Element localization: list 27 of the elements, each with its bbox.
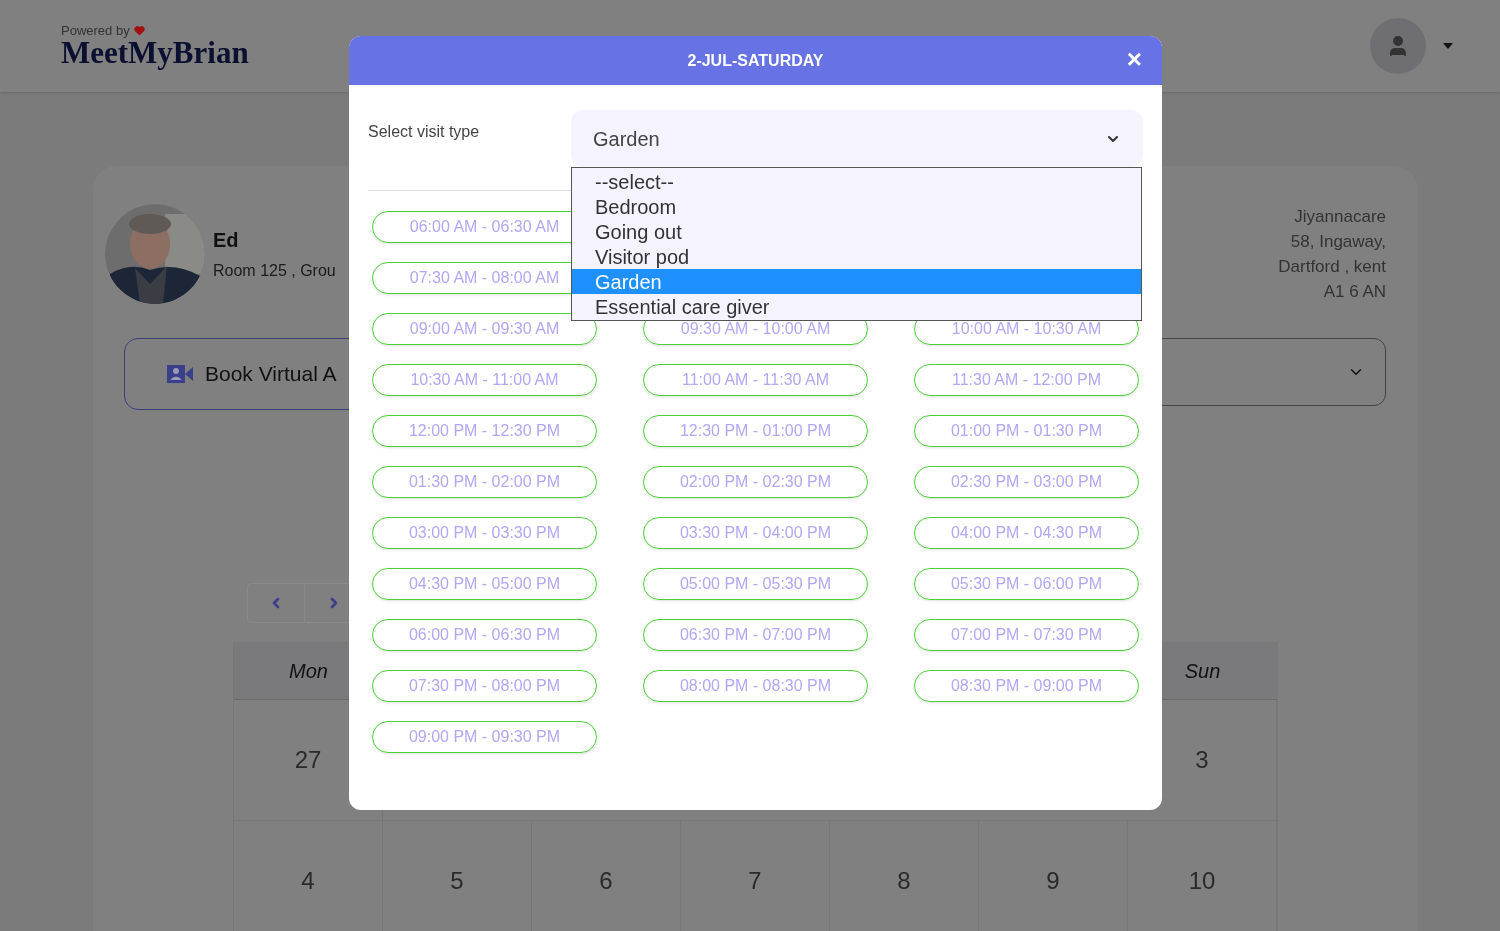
logo[interactable]: MeetMyBrian	[61, 37, 249, 68]
heart-icon	[133, 25, 145, 36]
visit-type-option[interactable]: Garden	[572, 269, 1141, 294]
powered-by-text: Powered by	[61, 24, 130, 37]
address-line: Jiyannacare	[1294, 206, 1386, 228]
visit-type-label: Select visit type	[368, 122, 481, 142]
day-cell[interactable]: 4	[234, 821, 383, 931]
user-avatar-button[interactable]	[1370, 18, 1426, 74]
video-camera-icon	[167, 364, 193, 384]
day-cell[interactable]: 10	[1128, 821, 1277, 931]
caret-icon[interactable]	[1442, 42, 1454, 50]
resident-name: Ed	[213, 228, 240, 253]
modal-title: 2-JUL-SATURDAY	[687, 50, 824, 71]
weekday-header: Mon	[289, 659, 328, 684]
address-line: Dartford , kent	[1278, 256, 1386, 278]
close-button[interactable]: ×	[1126, 46, 1142, 72]
address-line: A1 6 AN	[1323, 281, 1386, 303]
day-cell[interactable]: 7	[681, 821, 830, 931]
day-cell[interactable]: 5	[383, 821, 532, 931]
day-cell[interactable]: 6	[532, 821, 681, 931]
weekday-header: Sun	[1184, 659, 1221, 684]
visit-type-option[interactable]: --select--	[572, 169, 1141, 194]
room-text: Room 125 , Grou	[213, 261, 336, 281]
day-cell[interactable]: 9	[979, 821, 1128, 931]
visit-type-select[interactable]: Garden	[571, 110, 1143, 167]
address-line: 58, Ingaway,	[1290, 231, 1386, 253]
day-cell[interactable]: 8	[830, 821, 979, 931]
